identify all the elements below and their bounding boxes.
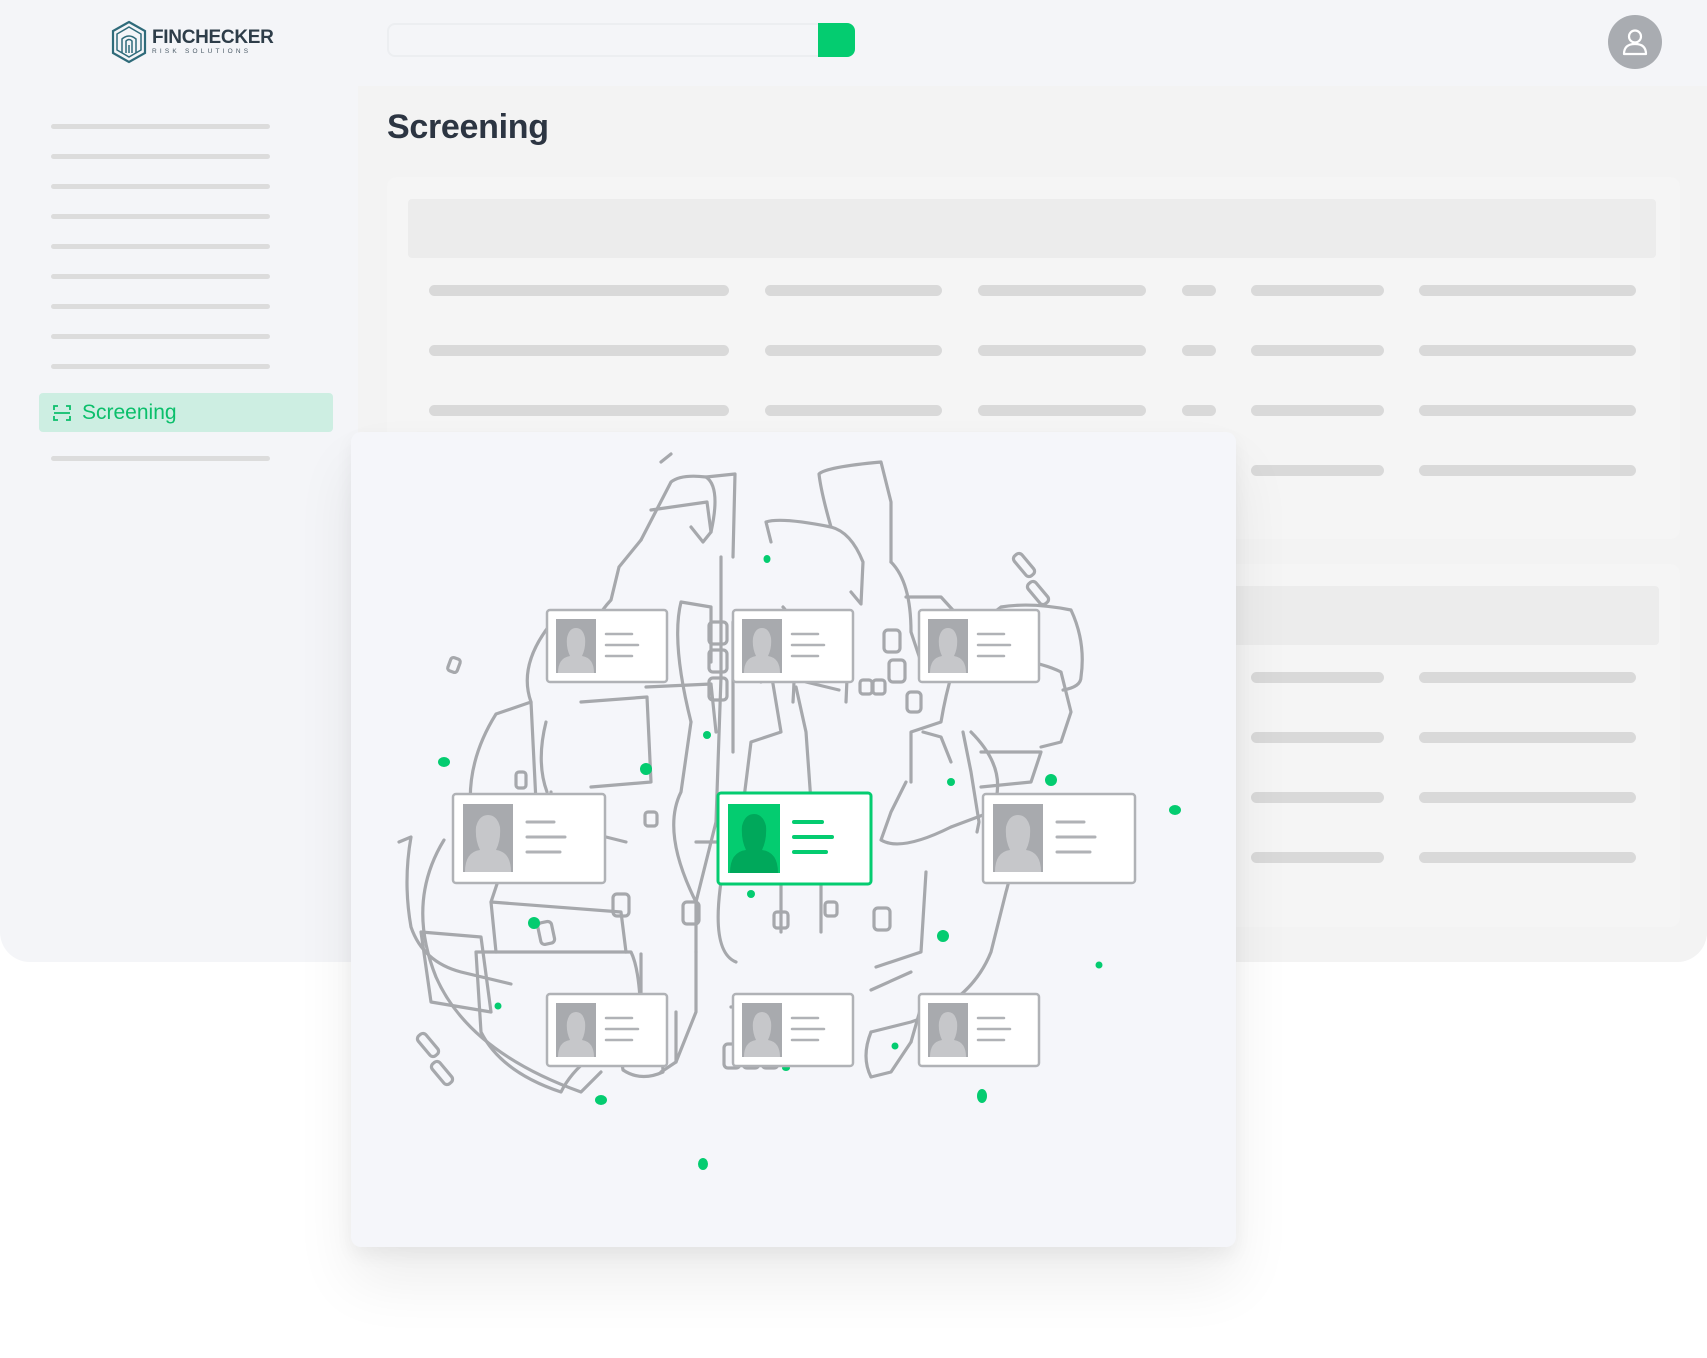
logo[interactable]: FINCHECKER RISK SOLUTIONS xyxy=(110,20,274,64)
fingerprint-hexagon-icon xyxy=(111,20,147,64)
sidebar-item-label: Screening xyxy=(82,400,177,424)
search-button[interactable] xyxy=(818,23,855,57)
sidebar-item-placeholder[interactable] xyxy=(51,456,270,461)
id-card xyxy=(731,992,855,1068)
page-title: Screening xyxy=(387,108,549,146)
sidebar-item-placeholder[interactable] xyxy=(51,244,270,249)
sidebar-item-placeholder[interactable] xyxy=(51,184,270,189)
user-icon xyxy=(1622,29,1648,56)
sidebar-item-placeholder[interactable] xyxy=(51,364,270,369)
sidebar-item-placeholder[interactable] xyxy=(51,334,270,339)
avatar[interactable] xyxy=(1608,15,1662,69)
id-card xyxy=(917,992,1041,1068)
sidebar-item-placeholder[interactable] xyxy=(51,304,270,309)
table-header xyxy=(408,199,1656,258)
brand-name: FINCHECKER xyxy=(152,27,274,48)
screening-illustration xyxy=(351,432,1236,1247)
id-card xyxy=(451,792,607,885)
sidebar-item-placeholder[interactable] xyxy=(51,124,270,129)
id-card xyxy=(981,792,1137,885)
sidebar-item-placeholder[interactable] xyxy=(51,274,270,279)
id-card xyxy=(917,608,1041,684)
scan-frame-icon xyxy=(53,404,71,421)
sidebar-item-screening[interactable]: Screening xyxy=(39,393,333,432)
sidebar-item-placeholder[interactable] xyxy=(51,154,270,159)
id-card xyxy=(731,608,855,684)
sidebar-item-placeholder[interactable] xyxy=(51,214,270,219)
identity-network-graphic xyxy=(397,452,1181,1170)
id-card xyxy=(545,608,669,684)
search-input[interactable] xyxy=(387,23,818,57)
id-card xyxy=(545,992,669,1068)
brand-tagline: RISK SOLUTIONS xyxy=(152,48,252,55)
search-bar xyxy=(387,23,855,57)
id-card-highlighted xyxy=(716,791,873,886)
